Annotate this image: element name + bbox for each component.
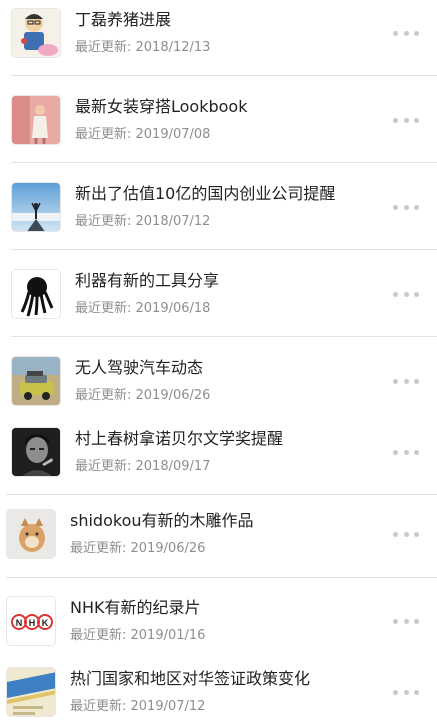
list-item[interactable]: 村上春树拿诺贝尔文学奖提醒 最近更新: 2018/09/17 — [0, 427, 437, 477]
item-updated: 最近更新: 2019/07/08 — [75, 127, 211, 142]
item-title: 热门国家和地区对华签证政策变化 — [70, 669, 311, 688]
item-title: 最新女装穿搭Lookbook — [75, 97, 248, 116]
list-item[interactable]: 新出了估值10亿的国内创业公司提醒 最近更新: 2018/07/12 — [0, 182, 437, 232]
item-updated: 最近更新: 2019/06/26 — [70, 541, 206, 556]
list-item[interactable]: 无人驾驶汽车动态 最近更新: 2019/06/26 — [0, 356, 437, 406]
item-updated: 最近更新: 2019/01/16 — [70, 628, 206, 643]
item-title: NHK有新的纪录片 — [70, 598, 201, 617]
item-updated: 最近更新: 2019/07/12 — [70, 699, 206, 714]
more-dots-icon[interactable] — [393, 528, 419, 540]
svg-text:K: K — [42, 618, 49, 628]
wood-dog-carving-icon — [6, 509, 56, 559]
item-title: 利器有新的工具分享 — [75, 271, 220, 290]
more-dots-icon[interactable] — [393, 686, 419, 698]
divider — [11, 75, 437, 76]
item-updated: 最近更新: 2018/09/17 — [75, 459, 211, 474]
item-title: 无人驾驶汽车动态 — [75, 358, 204, 377]
item-updated: 最近更新: 2019/06/26 — [75, 388, 211, 403]
passport-visa-icon — [6, 667, 56, 717]
more-dots-icon[interactable] — [393, 288, 419, 300]
more-dots-icon[interactable] — [393, 27, 419, 39]
more-dots-icon[interactable] — [393, 615, 419, 627]
item-updated: 最近更新: 2019/06/18 — [75, 301, 211, 316]
list-item[interactable]: N H K NHK有新的纪录片 最近更新: 2019/01/16 — [0, 596, 437, 646]
fashion-photo-icon — [11, 95, 61, 145]
svg-text:N: N — [16, 618, 23, 628]
item-title: 新出了估值10亿的国内创业公司提醒 — [75, 184, 336, 203]
car-photo-icon — [11, 356, 61, 406]
item-title: 村上春树拿诺贝尔文学奖提醒 — [75, 429, 284, 448]
more-dots-icon[interactable] — [393, 114, 419, 126]
nhk-logo-icon: N H K — [6, 596, 56, 646]
item-updated: 最近更新: 2018/07/12 — [75, 214, 211, 229]
svg-text:H: H — [29, 618, 36, 628]
item-updated: 最近更新: 2018/12/13 — [75, 40, 211, 55]
item-title: 丁磊养猪进展 — [75, 10, 172, 29]
divider — [11, 336, 437, 337]
list-item[interactable]: 热门国家和地区对华签证政策变化 最近更新: 2019/07/12 — [0, 667, 437, 717]
more-dots-icon[interactable] — [393, 446, 419, 458]
divider — [6, 494, 437, 495]
more-dots-icon[interactable] — [393, 375, 419, 387]
item-title: shidokou有新的木雕作品 — [70, 511, 254, 530]
more-dots-icon[interactable] — [393, 201, 419, 213]
list-item[interactable]: 丁磊养猪进展 最近更新: 2018/12/13 — [0, 8, 437, 58]
list-item[interactable]: shidokou有新的木雕作品 最近更新: 2019/06/26 — [0, 509, 437, 559]
list-item[interactable]: 利器有新的工具分享 最近更新: 2019/06/18 — [0, 269, 437, 319]
author-portrait-icon — [11, 427, 61, 477]
divider — [6, 577, 437, 578]
divider — [11, 162, 437, 163]
cartoon-avatar-pig-icon — [11, 8, 61, 58]
mountain-summit-icon — [11, 182, 61, 232]
octopus-logo-icon — [11, 269, 61, 319]
list-item[interactable]: 最新女装穿搭Lookbook 最近更新: 2019/07/08 — [0, 95, 437, 145]
divider — [11, 249, 437, 250]
